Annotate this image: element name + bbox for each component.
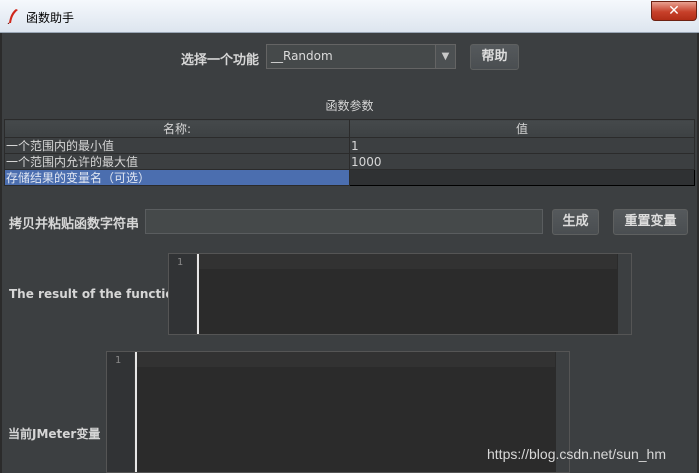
function-string-field[interactable]: [145, 209, 543, 234]
line-number-gutter: 1: [107, 352, 135, 472]
text-caret: [197, 254, 199, 334]
window-title: 函数助手: [26, 11, 75, 25]
function-select-label: 选择一个功能: [181, 53, 260, 68]
generate-button[interactable]: 生成: [552, 209, 599, 235]
column-header-name[interactable]: 名称:: [4, 119, 350, 138]
reset-variables-button[interactable]: 重置变量: [613, 209, 688, 235]
jmeter-variables-label: 当前JMeter变量: [8, 427, 101, 441]
param-value-cell[interactable]: 1000: [349, 153, 695, 170]
function-combobox[interactable]: __Random ▼: [266, 44, 456, 69]
text-caret: [135, 352, 137, 472]
param-name-cell[interactable]: 存储结果的变量名（可选）: [4, 169, 350, 186]
table-row[interactable]: 一个范围内允许的最大值 1000: [4, 153, 695, 170]
copy-paste-label: 拷贝并粘贴函数字符串: [9, 217, 140, 232]
param-value-cell[interactable]: 1: [349, 137, 695, 154]
param-value-cell-editing[interactable]: [349, 169, 695, 186]
parameters-section-title: 函数参数: [325, 99, 374, 113]
result-text-area[interactable]: 1: [168, 253, 632, 335]
function-combobox-value: __Random: [271, 49, 333, 63]
close-button[interactable]: ✕: [651, 1, 697, 21]
table-row[interactable]: 一个范围内的最小值 1: [4, 137, 695, 154]
help-button[interactable]: 帮助: [470, 44, 519, 70]
parameters-table: 名称: 值 一个范围内的最小值 1 一个范围内允许的最大值 1000 存储结果的…: [4, 119, 695, 186]
title-bar: 函数助手 ✕: [0, 0, 699, 33]
current-line-highlight: [197, 254, 618, 269]
chevron-down-icon[interactable]: ▼: [435, 45, 455, 68]
param-name-cell[interactable]: 一个范围内的最小值: [4, 137, 350, 154]
param-name-cell[interactable]: 一个范围内允许的最大值: [4, 153, 350, 170]
line-number-gutter: 1: [169, 254, 197, 334]
line-number: 1: [115, 355, 122, 366]
watermark-text: https://blog.csdn.net/sun_hm: [487, 446, 666, 462]
current-line-highlight: [135, 352, 556, 367]
column-header-value[interactable]: 值: [349, 119, 695, 138]
vertical-scrollbar[interactable]: [617, 254, 631, 334]
line-number: 1: [177, 257, 184, 268]
jmeter-feather-icon: [7, 9, 18, 24]
table-row-selected[interactable]: 存储结果的变量名（可选）: [4, 169, 695, 186]
